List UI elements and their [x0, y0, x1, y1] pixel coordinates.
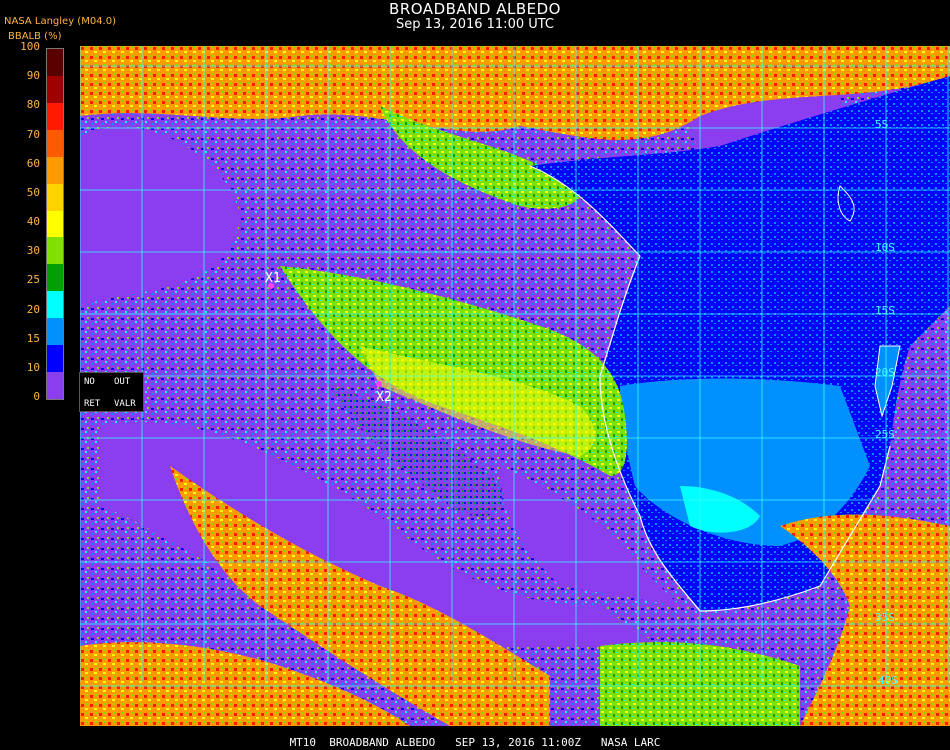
- colorbar-tick-label: 15: [26, 331, 40, 345]
- map-title: BROADBAND ALBEDO: [389, 0, 561, 18]
- colorbar: [46, 48, 64, 400]
- latitude-label: 20S: [875, 366, 895, 379]
- latitude-label: 5S: [875, 118, 888, 131]
- latitude-label: 10S: [875, 241, 895, 254]
- colorbar-segment: [47, 318, 63, 346]
- point-label-x1: X1: [265, 271, 281, 286]
- colorbar-tick-label: 90: [26, 69, 40, 83]
- no-label: NO: [84, 377, 95, 387]
- map-datetime: Sep 13, 2016 11:00 UTC: [395, 17, 555, 32]
- colorbar-tick-label: 30: [26, 244, 40, 258]
- colorbar-tick-label: 50: [26, 185, 40, 199]
- colorbar-segment: [47, 264, 63, 292]
- colorbar-segment: [47, 102, 63, 131]
- latitude-label: 35S: [875, 611, 895, 624]
- colorbar-segment: [47, 183, 63, 212]
- albedo-map: 5S 10S 15S 20S 25S 35S 40S X1 X2: [79, 46, 950, 726]
- latitude-label: 40S: [878, 674, 898, 687]
- colorbar-tick-label: 70: [26, 127, 40, 141]
- colorbar-segment: [47, 291, 63, 319]
- colorbar-segment: [47, 156, 63, 185]
- colorbar-segment: [47, 129, 63, 158]
- latitude-label: 15S: [875, 304, 895, 317]
- footer-caption: MT10 BROADBAND ALBEDO SEP 13, 2016 11:00…: [289, 736, 661, 749]
- ret-label: RET: [84, 399, 101, 409]
- colorbar-tick-label: 20: [26, 302, 40, 316]
- latitude-label: 25S: [875, 428, 895, 441]
- colorbar-segment: [47, 237, 63, 265]
- colorbar-segment: [47, 75, 63, 104]
- no-retrieval-legend: NO OUT RET VALR: [79, 372, 144, 412]
- colorbar-tick-label: 100: [20, 40, 40, 53]
- colorbar-tick-label: 25: [26, 273, 40, 287]
- colorbar-tick-label: 10: [26, 360, 40, 374]
- colorbar-segment: [47, 49, 63, 77]
- colorbar-segment: [47, 210, 63, 238]
- colorbar-tick-label: 40: [26, 215, 40, 228]
- valr-label: VALR: [114, 399, 136, 409]
- colorbar-tick-label: 80: [26, 98, 40, 112]
- out-label: OUT: [114, 377, 131, 387]
- colorbar-segment: [47, 372, 63, 400]
- point-label-x2: X2: [376, 390, 392, 405]
- producer-label: NASA Langley (M04.0): [4, 16, 116, 27]
- colorbar-segment: [47, 345, 63, 373]
- colorbar-tick-label: 0: [33, 390, 40, 403]
- colorbar-tick-label: 60: [26, 156, 40, 170]
